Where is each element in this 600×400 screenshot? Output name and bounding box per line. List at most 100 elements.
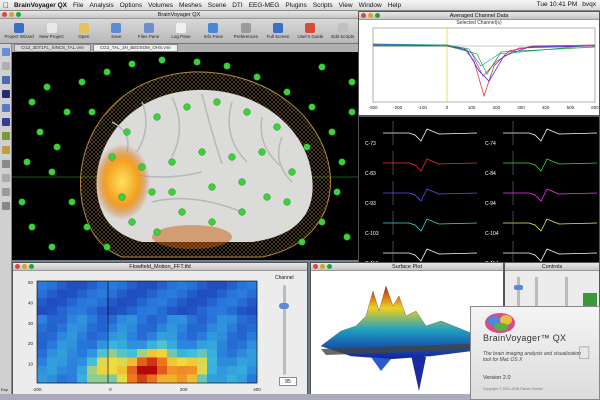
3d-head-viewport[interactable]	[12, 52, 358, 260]
channel-trace[interactable]	[503, 128, 598, 142]
zoom-tool-icon[interactable]	[2, 202, 10, 210]
electrode[interactable]	[168, 188, 176, 196]
electrode[interactable]	[273, 123, 281, 131]
toolbar-edit-scripts-button[interactable]: Edit Scripts	[328, 19, 358, 43]
electrode[interactable]	[243, 108, 251, 116]
electrode[interactable]	[298, 238, 306, 246]
zoom-button[interactable]	[375, 13, 380, 18]
electrode[interactable]	[36, 128, 44, 136]
electrode[interactable]	[118, 193, 126, 201]
electrode[interactable]	[348, 108, 356, 116]
electrode[interactable]	[208, 183, 216, 191]
pointer-tool-icon[interactable]	[2, 174, 10, 182]
close-button[interactable]	[361, 13, 366, 18]
electrode[interactable]	[223, 62, 231, 70]
paint-tool-icon[interactable]	[2, 146, 10, 154]
electrode[interactable]	[103, 68, 111, 76]
electrode[interactable]	[318, 218, 326, 226]
menubar-clock[interactable]: Tue 10:41 PM	[537, 1, 578, 8]
electrode[interactable]	[83, 223, 91, 231]
electrode[interactable]	[48, 168, 56, 176]
crosshair-tool-icon[interactable]	[2, 160, 10, 168]
channel-slider-thumb[interactable]	[279, 303, 289, 309]
channel-trace[interactable]	[383, 188, 478, 202]
menu-help[interactable]: Help	[388, 2, 401, 9]
menu-scripts[interactable]: Scripts	[313, 2, 333, 9]
minimize-button[interactable]	[368, 13, 373, 18]
electrode[interactable]	[208, 218, 216, 226]
toolbar-new-project-button[interactable]: New Project	[36, 19, 66, 43]
close-button[interactable]	[2, 12, 7, 17]
surface-window-titlebar[interactable]: Surface Plot	[311, 263, 503, 271]
controls-window-titlebar[interactable]: Controls	[505, 263, 599, 271]
electrode[interactable]	[28, 223, 36, 231]
electrode[interactable]	[128, 60, 136, 68]
control-slider-thumb-1[interactable]	[514, 285, 523, 290]
electrode[interactable]	[23, 158, 31, 166]
menu-plugins[interactable]: Plugins	[285, 2, 306, 9]
electrode[interactable]	[238, 208, 246, 216]
electrode[interactable]	[168, 158, 176, 166]
electrode[interactable]	[308, 103, 316, 111]
toolbar-save-button[interactable]: Save	[101, 19, 131, 43]
menu-options[interactable]: Options	[120, 2, 142, 9]
channel-trace[interactable]	[383, 158, 478, 172]
cursor-tool-icon[interactable]	[2, 48, 10, 56]
electrode[interactable]	[178, 208, 186, 216]
channel-value-field[interactable]: 85	[279, 377, 297, 386]
electrode[interactable]	[238, 178, 246, 186]
electrode[interactable]	[193, 58, 201, 66]
toolbar-log-pane-button[interactable]: Log Pane	[166, 19, 196, 43]
view-tool-icon[interactable]	[2, 90, 10, 98]
electrode[interactable]	[258, 148, 266, 156]
menu-dti[interactable]: DTI	[232, 2, 242, 9]
channel-trace[interactable]	[383, 248, 478, 262]
close-button[interactable]	[15, 264, 20, 269]
toolbar-user-s-guide-button[interactable]: User's Guide	[295, 19, 325, 43]
toolbar-files-pane-button[interactable]: Files Pane	[133, 19, 163, 43]
electrode[interactable]	[263, 193, 271, 201]
slice-tool-icon[interactable]	[2, 118, 10, 126]
app-menu[interactable]: BrainVoyager QX	[14, 2, 67, 9]
menu-window[interactable]: Window	[359, 2, 382, 9]
tf-window-titlebar[interactable]: Flowfield_Motion_FFT.tfd	[13, 263, 307, 271]
electrode[interactable]	[28, 98, 36, 106]
menubar-user[interactable]: bvqx	[582, 1, 596, 8]
electrode[interactable]	[318, 63, 326, 71]
electrode[interactable]	[108, 153, 116, 161]
zoom-button[interactable]	[29, 264, 34, 269]
electrode[interactable]	[68, 198, 76, 206]
toolbar-full-screen-button[interactable]: Full Screen	[263, 19, 293, 43]
channel-trace[interactable]	[503, 218, 598, 232]
electrode[interactable]	[213, 98, 221, 106]
electrode[interactable]	[328, 128, 336, 136]
menu-volumes[interactable]: Volumes	[148, 2, 173, 9]
electrode[interactable]	[138, 163, 146, 171]
channel-trace[interactable]	[383, 218, 478, 232]
electrode[interactable]	[88, 108, 96, 116]
electrode[interactable]	[123, 128, 131, 136]
electrode[interactable]	[183, 103, 191, 111]
channel-trace[interactable]	[383, 128, 478, 142]
zoom-button[interactable]	[16, 12, 21, 17]
electrode[interactable]	[303, 143, 311, 151]
electrode[interactable]	[158, 56, 166, 64]
about-box[interactable]: BrainVoyager™ QX The brain imaging analy…	[470, 306, 600, 400]
layout-tool-icon[interactable]	[2, 76, 10, 84]
electrode[interactable]	[283, 88, 291, 96]
electrode[interactable]	[348, 78, 356, 86]
electrode[interactable]	[43, 83, 51, 91]
tab-vmr-2[interactable]: CG2_TAL_3H_BEDSOM_OHS.vmr	[92, 44, 178, 52]
minimize-button[interactable]	[22, 264, 27, 269]
toolbar-preferences-button[interactable]: Preferences	[231, 19, 261, 43]
menu-file[interactable]: File	[73, 2, 83, 9]
electrode[interactable]	[18, 198, 26, 206]
electrode[interactable]	[153, 228, 161, 236]
channel-trace[interactable]	[503, 158, 598, 172]
electrode[interactable]	[78, 78, 86, 86]
menu-scene[interactable]: Scene	[208, 2, 226, 9]
control-color-swatch[interactable]	[583, 293, 597, 307]
electrode[interactable]	[53, 143, 61, 151]
channel-slider-track[interactable]	[283, 285, 286, 375]
toolbar-info-pane-button[interactable]: Info Pane	[198, 19, 228, 43]
